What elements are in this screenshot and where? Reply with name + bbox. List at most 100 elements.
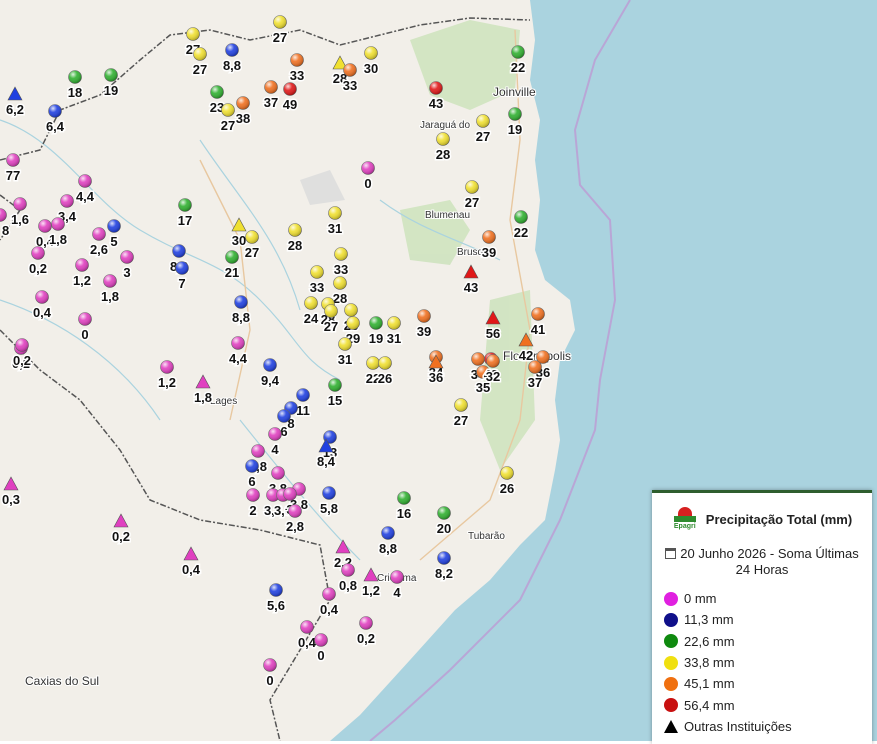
station-marker[interactable]: 22 <box>512 210 530 242</box>
station-marker[interactable]: 16 <box>395 491 413 523</box>
station-gloss <box>78 312 92 326</box>
station-gloss <box>236 96 250 110</box>
station-gloss <box>511 45 525 59</box>
station-marker[interactable]: 37 <box>262 80 280 112</box>
legend-label: 45,1 mm <box>684 676 735 692</box>
station-marker[interactable]: 19 <box>367 316 385 348</box>
station-marker[interactable]: 24 <box>302 296 320 328</box>
station-value: 39 <box>482 245 496 260</box>
station-gloss <box>304 296 318 310</box>
station-marker[interactable]: 21 <box>223 250 241 282</box>
station-marker[interactable]: 1,2 <box>156 360 178 392</box>
station-marker[interactable]: 0,8 <box>337 563 359 595</box>
station-gloss <box>263 658 277 672</box>
station-marker[interactable]: 28 <box>286 223 304 255</box>
station-gloss <box>437 551 451 565</box>
legend-item: 45,1 mm <box>652 673 872 694</box>
station-marker[interactable]: 8,8 <box>230 295 252 327</box>
station-gloss <box>508 107 522 121</box>
station-gloss <box>231 336 245 350</box>
station-gloss <box>225 250 239 264</box>
station-marker[interactable]: 43 <box>427 81 445 113</box>
station-marker[interactable]: 27 <box>322 304 340 336</box>
legend-header: Epagri Precipitação Total (mm) <box>652 507 872 531</box>
station-marker[interactable]: 20 <box>435 506 453 538</box>
station-marker[interactable]: 19 <box>102 68 120 100</box>
station-marker[interactable]: 0,2 <box>11 338 33 370</box>
station-marker[interactable]: 5,8 <box>318 486 340 518</box>
station-marker[interactable]: 27 <box>474 114 492 146</box>
station-marker[interactable]: 26 <box>498 466 516 498</box>
station-marker[interactable]: 8,2 <box>433 551 455 583</box>
station-gloss <box>387 316 401 330</box>
station-marker[interactable]: 33 <box>341 63 359 95</box>
station-marker[interactable]: 0,2 <box>27 246 49 278</box>
station-gloss <box>471 352 485 366</box>
station-marker[interactable]: 0,2 <box>355 616 377 648</box>
station-gloss <box>324 304 338 318</box>
station-marker[interactable]: 31 <box>385 316 403 348</box>
station-gloss <box>290 53 304 67</box>
station-gloss <box>296 388 310 402</box>
station-gloss <box>245 459 259 473</box>
station-marker[interactable]: 2,8 <box>284 504 306 536</box>
station-value: 2 <box>249 503 256 518</box>
station-gloss <box>322 587 336 601</box>
station-marker[interactable]: 27 <box>243 230 261 262</box>
station-value: 41 <box>531 322 545 337</box>
station-value: 31 <box>387 331 401 346</box>
station-marker[interactable]: 8,8 <box>221 43 243 75</box>
station-marker[interactable]: 32 <box>484 354 502 386</box>
station-marker[interactable]: 2,6 <box>88 227 110 259</box>
station-gloss <box>344 303 358 317</box>
station-value: 17 <box>178 213 192 228</box>
station-marker[interactable]: 33 <box>308 265 326 297</box>
station-value: 0,4 <box>33 305 52 320</box>
station-marker[interactable]: 1,2 <box>71 258 93 290</box>
station-marker[interactable]: 30 <box>362 46 380 78</box>
station-marker[interactable]: 39 <box>415 309 433 341</box>
station-marker[interactable]: 15 <box>326 378 344 410</box>
station-marker[interactable]: 27 <box>463 180 481 212</box>
station-marker[interactable]: 37 <box>526 360 544 392</box>
station-marker[interactable]: 27 <box>219 103 237 135</box>
station-marker[interactable]: 38 <box>234 96 252 128</box>
station-marker[interactable]: 28 <box>434 132 452 164</box>
station-marker[interactable]: 26 <box>376 356 394 388</box>
station-gloss <box>328 378 342 392</box>
station-marker[interactable]: 17 <box>176 198 194 230</box>
station-gloss <box>38 219 52 233</box>
station-marker[interactable]: 27 <box>271 15 289 47</box>
station-marker[interactable]: 31 <box>336 337 354 369</box>
station-marker[interactable]: 19 <box>506 107 524 139</box>
station-value: 4,4 <box>76 189 95 204</box>
legend-label: 11,3 mm <box>684 612 734 628</box>
station-marker[interactable]: 8,8 <box>377 526 399 558</box>
station-marker[interactable]: 27 <box>452 398 470 430</box>
station-marker[interactable]: 77 <box>4 153 22 185</box>
legend-label: 33,8 mm <box>684 655 735 671</box>
station-marker[interactable]: 11 <box>295 388 311 420</box>
station-marker[interactable]: 31 <box>326 206 344 238</box>
station-marker[interactable]: 1,6 <box>9 197 31 229</box>
station-marker[interactable]: 1,8 <box>99 274 121 306</box>
station-gloss <box>264 80 278 94</box>
station-marker[interactable]: 22 <box>509 45 527 77</box>
station-gloss <box>482 230 496 244</box>
station-marker[interactable]: 49 <box>281 82 299 114</box>
station-marker[interactable]: 33 <box>288 53 306 85</box>
station-marker[interactable]: 28 <box>331 276 349 308</box>
station-marker[interactable]: 5,6 <box>265 583 287 615</box>
station-marker[interactable]: 27 <box>191 47 209 79</box>
legend-date: 20 Junho 2026 - Soma Últimas 24 Horas <box>658 546 866 578</box>
station-gloss <box>390 570 404 584</box>
station-value: 2,8 <box>286 519 304 534</box>
station-gloss <box>500 466 514 480</box>
station-marker[interactable]: 41 <box>529 307 547 339</box>
station-marker[interactable]: 18 <box>66 70 84 102</box>
station-value: 27 <box>273 30 287 45</box>
station-marker[interactable]: 33 <box>332 247 350 279</box>
station-marker[interactable]: 1,8 <box>47 217 69 249</box>
station-gloss <box>75 258 89 272</box>
station-marker[interactable]: 39 <box>480 230 498 262</box>
